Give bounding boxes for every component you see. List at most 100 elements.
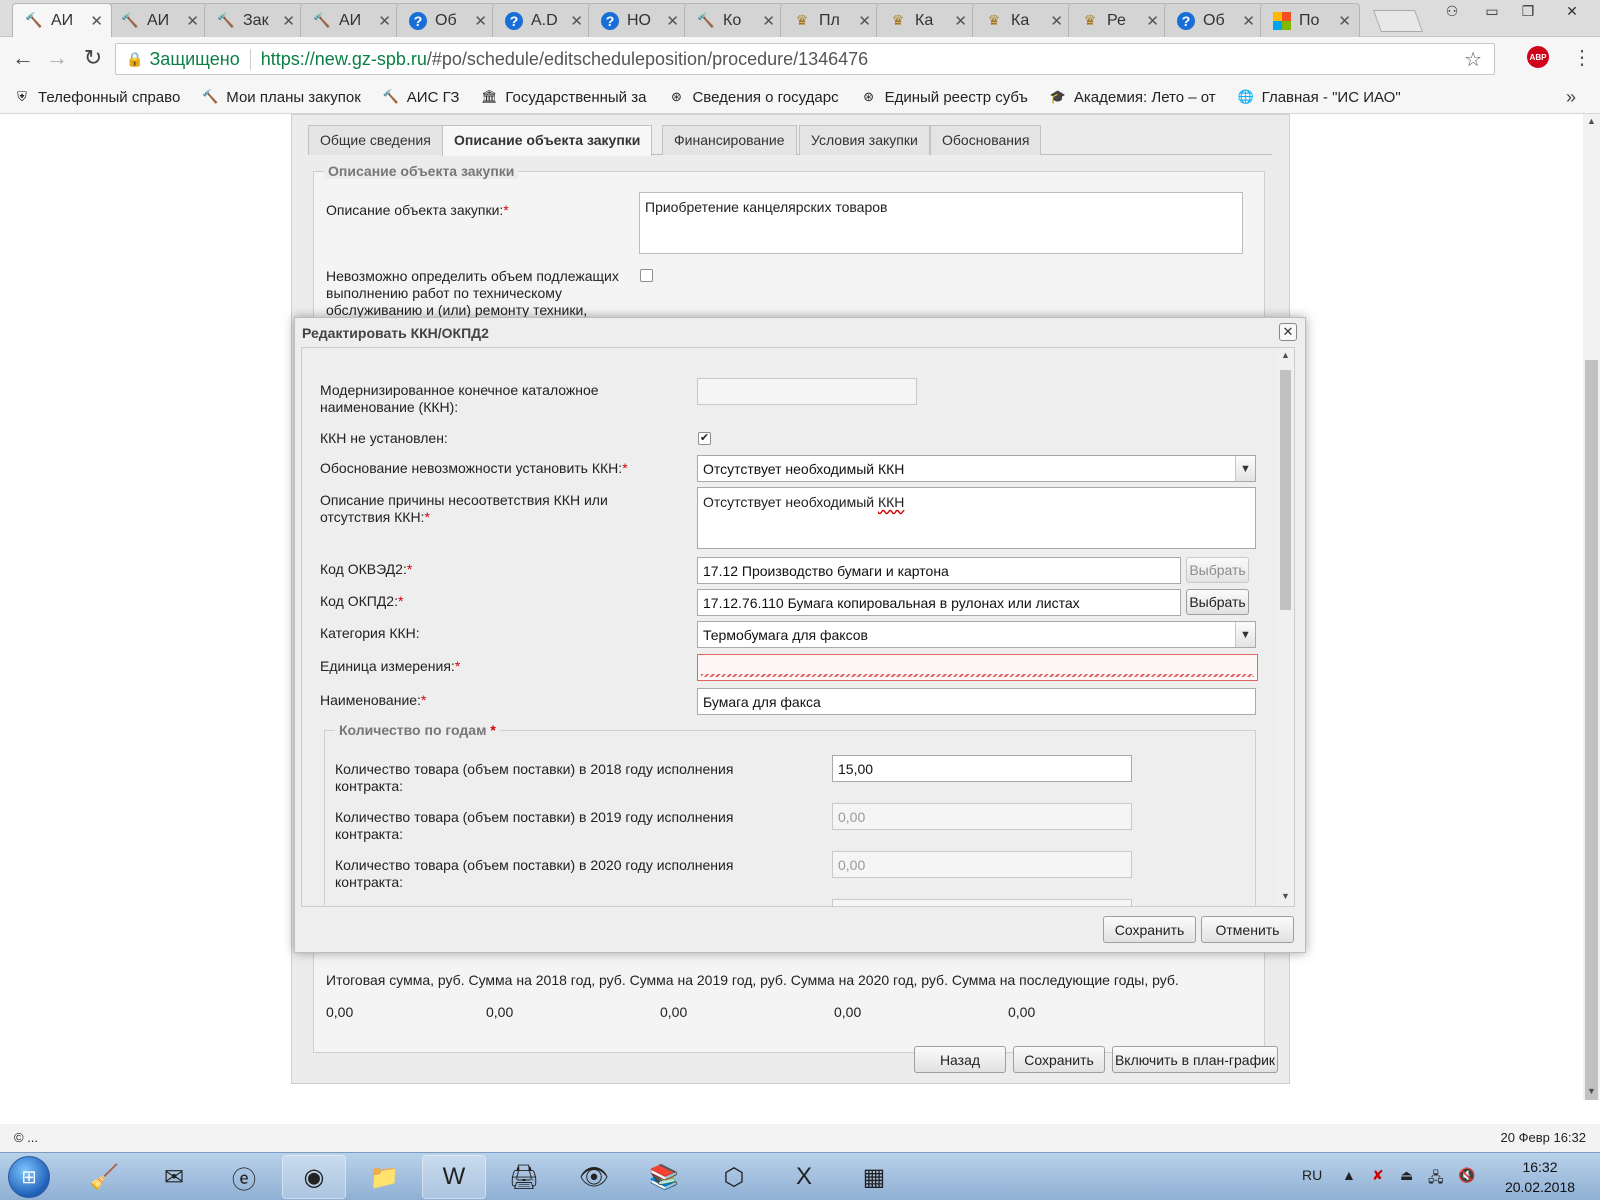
- tab-close-icon[interactable]: ✕: [666, 12, 679, 30]
- tab-general[interactable]: Общие сведения: [308, 125, 443, 155]
- browser-tab[interactable]: ♛ Пл ✕: [780, 3, 880, 37]
- calculator-icon[interactable]: ▦: [842, 1155, 906, 1199]
- browser-tab[interactable]: ♛ Ка ✕: [876, 3, 976, 37]
- browser-tab[interactable]: По ✕: [1260, 3, 1360, 37]
- tab-close-icon[interactable]: ✕: [90, 12, 103, 30]
- qty-next-input[interactable]: [832, 899, 1132, 906]
- okpd-select-button[interactable]: Выбрать: [1186, 589, 1249, 615]
- tab-close-icon[interactable]: ✕: [954, 12, 967, 30]
- pdf-icon[interactable]: ⬡: [702, 1155, 766, 1199]
- bookmark-item[interactable]: 🔨 Мои планы закупок: [202, 89, 361, 106]
- browser-tab[interactable]: ? Об ✕: [1164, 3, 1264, 37]
- chrome-icon[interactable]: ◉: [282, 1155, 346, 1199]
- tab-close-icon[interactable]: ✕: [186, 12, 199, 30]
- tab-financing[interactable]: Финансирование: [662, 125, 797, 155]
- word-icon[interactable]: W: [422, 1155, 486, 1199]
- tab-justifications[interactable]: Обоснования: [930, 125, 1042, 155]
- viewer-icon[interactable]: 👁: [562, 1155, 626, 1199]
- tab-close-icon[interactable]: ✕: [474, 12, 487, 30]
- network-icon[interactable]: 🖧: [1428, 1167, 1444, 1191]
- explorer-icon[interactable]: 📁: [352, 1155, 416, 1199]
- page-save-button[interactable]: Сохранить: [1013, 1046, 1105, 1073]
- browser-tab[interactable]: 🔨 АИ ✕: [300, 3, 400, 37]
- scroll-down-icon[interactable]: ▼: [1281, 891, 1290, 901]
- category-select[interactable]: Термобумага для факсов ▼: [697, 621, 1256, 648]
- browser-tab[interactable]: 🔨 АИ ✕: [12, 3, 112, 37]
- tab-close-icon[interactable]: ✕: [1050, 12, 1063, 30]
- bookmark-item[interactable]: 🎓 Академия: Лето – от: [1050, 89, 1216, 106]
- forward-arrow-icon[interactable]: →: [42, 45, 72, 71]
- security-icon[interactable]: ✘: [1372, 1167, 1384, 1184]
- url-field[interactable]: 🔒 Защищено https://new.gz-spb.ru/#po/sch…: [115, 43, 1495, 75]
- scroll-down-icon[interactable]: ▼: [1587, 1086, 1596, 1096]
- bookmark-item[interactable]: ⊛ Сведения о государс: [668, 89, 839, 106]
- close-window-button[interactable]: ✕: [1548, 0, 1596, 22]
- menu-icon[interactable]: ⋮: [1572, 45, 1592, 70]
- excel-icon[interactable]: X: [772, 1155, 836, 1199]
- browser-tab[interactable]: ? A.D ✕: [492, 3, 592, 37]
- tab-close-icon[interactable]: ✕: [762, 12, 775, 30]
- dialog-scrollbar[interactable]: ▲ ▼: [1277, 348, 1294, 906]
- qty-2018-input[interactable]: 15,00: [832, 755, 1132, 782]
- tab-conditions[interactable]: Условия закупки: [799, 125, 930, 155]
- browser-tab[interactable]: ♛ Ка ✕: [972, 3, 1072, 37]
- tab-close-icon[interactable]: ✕: [1146, 12, 1159, 30]
- browser-tab[interactable]: 🔨 Ко ✕: [684, 3, 784, 37]
- qty-2019-input[interactable]: 0,00: [832, 803, 1132, 830]
- browser-tab[interactable]: 🔨 АИ ✕: [108, 3, 208, 37]
- scroll-up-icon[interactable]: ▲: [1587, 116, 1596, 126]
- scanner-icon[interactable]: 🖨: [492, 1155, 556, 1199]
- tab-close-icon[interactable]: ✕: [858, 12, 871, 30]
- bookmark-item[interactable]: ⊛ Единый реестр субъ: [861, 89, 1028, 106]
- qty-2020-input[interactable]: 0,00: [832, 851, 1132, 878]
- kkn-input[interactable]: [697, 378, 917, 405]
- back-button[interactable]: Назад: [914, 1046, 1006, 1073]
- tab-object-description[interactable]: Описание объекта закупки: [442, 125, 653, 156]
- ccleaner-icon[interactable]: 🧹: [72, 1155, 136, 1199]
- kkn-not-set-checkbox[interactable]: ✔: [698, 432, 711, 445]
- adblock-icon[interactable]: ABP: [1527, 46, 1549, 68]
- dialog-cancel-button[interactable]: Отменить: [1201, 916, 1294, 943]
- chevron-down-icon[interactable]: ▼: [1235, 456, 1255, 481]
- bookmark-item[interactable]: ⛨ Телефонный справо: [14, 89, 180, 106]
- tray-expand-icon[interactable]: ▲: [1342, 1167, 1356, 1183]
- tab-close-icon[interactable]: ✕: [282, 12, 295, 30]
- browser-tab[interactable]: ? Об ✕: [396, 3, 496, 37]
- back-arrow-icon[interactable]: ←: [8, 45, 38, 71]
- cannot-determine-checkbox[interactable]: [640, 269, 653, 282]
- start-button[interactable]: ⊞: [8, 1156, 50, 1198]
- tab-close-icon[interactable]: ✕: [570, 12, 583, 30]
- new-tab-button[interactable]: [1372, 10, 1424, 32]
- tab-close-icon[interactable]: ✕: [1338, 12, 1351, 30]
- reason-desc-textarea[interactable]: Отсутствует необходимый ККН: [697, 487, 1256, 549]
- dialog-scrollbar-thumb[interactable]: [1280, 370, 1291, 610]
- internet-explorer-icon[interactable]: ⓔ: [212, 1155, 276, 1199]
- include-in-plan-button[interactable]: Включить в план-график: [1112, 1046, 1278, 1073]
- taskbar-clock[interactable]: 16:32 20.02.2018: [1500, 1157, 1580, 1197]
- bookmark-star-icon[interactable]: ☆: [1464, 47, 1482, 72]
- usb-icon[interactable]: ⏏: [1400, 1167, 1413, 1184]
- page-scrollbar[interactable]: ▲ ▼: [1583, 114, 1600, 1100]
- browser-tab[interactable]: ♛ Ре ✕: [1068, 3, 1168, 37]
- okved-input[interactable]: 17.12 Производство бумаги и картона: [697, 557, 1181, 584]
- outlook-icon[interactable]: ✉: [142, 1155, 206, 1199]
- dialog-save-button[interactable]: Сохранить: [1103, 916, 1196, 943]
- name-input[interactable]: Бумага для факса: [697, 688, 1256, 715]
- reload-icon[interactable]: ↻: [78, 45, 108, 71]
- restore-button[interactable]: ❐: [1510, 0, 1546, 22]
- tab-close-icon[interactable]: ✕: [378, 12, 391, 30]
- winrar-icon[interactable]: 📚: [632, 1155, 696, 1199]
- chevron-down-icon[interactable]: ▼: [1235, 622, 1255, 647]
- minimize-button[interactable]: ▭: [1474, 0, 1510, 22]
- bookmark-item[interactable]: 🏛 Государственный за: [481, 89, 646, 106]
- reason-select[interactable]: Отсутствует необходимый ККН ▼: [697, 455, 1256, 482]
- okpd-input[interactable]: 17.12.76.110 Бумага копировальная в руло…: [697, 589, 1181, 616]
- bookmark-item[interactable]: 🌐 Главная - "ИС ИАО": [1238, 89, 1401, 106]
- browser-tab[interactable]: 🔨 Зак ✕: [204, 3, 304, 37]
- tab-close-icon[interactable]: ✕: [1242, 12, 1255, 30]
- bookmarks-more-icon[interactable]: »: [1566, 87, 1576, 108]
- language-indicator[interactable]: RU: [1302, 1167, 1322, 1183]
- volume-muted-icon[interactable]: 🔇: [1458, 1167, 1475, 1184]
- user-icon[interactable]: ⚇: [1434, 0, 1470, 22]
- bookmark-item[interactable]: 🔨 АИС ГЗ: [383, 89, 460, 106]
